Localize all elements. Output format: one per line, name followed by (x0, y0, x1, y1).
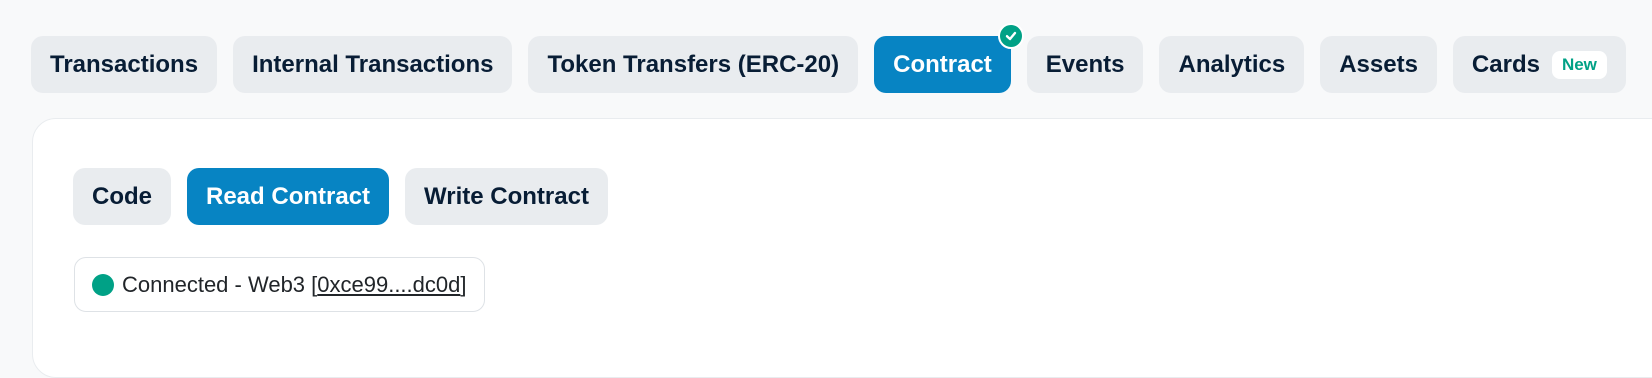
tab-transactions[interactable]: Transactions (31, 36, 218, 93)
tab-internal-transactions[interactable]: Internal Transactions (233, 36, 513, 93)
status-dot-icon (92, 273, 114, 296)
check-circle-icon (997, 23, 1024, 49)
tab-analytics[interactable]: Analytics (1159, 36, 1305, 93)
tab-label: Assets (1339, 51, 1418, 78)
subtab-read-contract[interactable]: Read Contract (187, 168, 390, 225)
tab-label: Cards (1471, 51, 1540, 78)
tab-label: Events (1045, 51, 1125, 78)
subtab-write-contract[interactable]: Write Contract (405, 168, 608, 225)
tab-label: Internal Transactions (252, 51, 494, 78)
tab-label: Analytics (1178, 51, 1286, 78)
tab-contract[interactable]: Contract (874, 23, 1024, 93)
subtab-code[interactable]: Code (73, 168, 171, 225)
main-tabs: Transactions Internal Transactions Token… (31, 23, 1626, 93)
connection-status-text: Connected - Web3 [ (122, 271, 318, 297)
tab-label: Transactions (50, 51, 199, 78)
connected-address-link[interactable]: 0xce99....dc0d (317, 272, 460, 298)
tab-label: Token Transfers (ERC-20) (547, 51, 840, 78)
web3-connection-status: Connected - Web3 [0xce99....dc0d] (74, 257, 485, 312)
tab-cards[interactable]: Cards New (1452, 36, 1626, 93)
tab-events[interactable]: Events (1026, 36, 1144, 93)
contract-panel: Code Read Contract Write Contract Connec… (32, 118, 1652, 378)
new-badge: New (1551, 50, 1607, 79)
tab-assets[interactable]: Assets (1320, 36, 1437, 93)
connection-close-bracket: ] (460, 271, 467, 297)
tab-label: Contract (893, 51, 992, 78)
tab-token-transfers[interactable]: Token Transfers (ERC-20) (528, 36, 859, 93)
contract-subtabs: Code Read Contract Write Contract (73, 168, 608, 225)
